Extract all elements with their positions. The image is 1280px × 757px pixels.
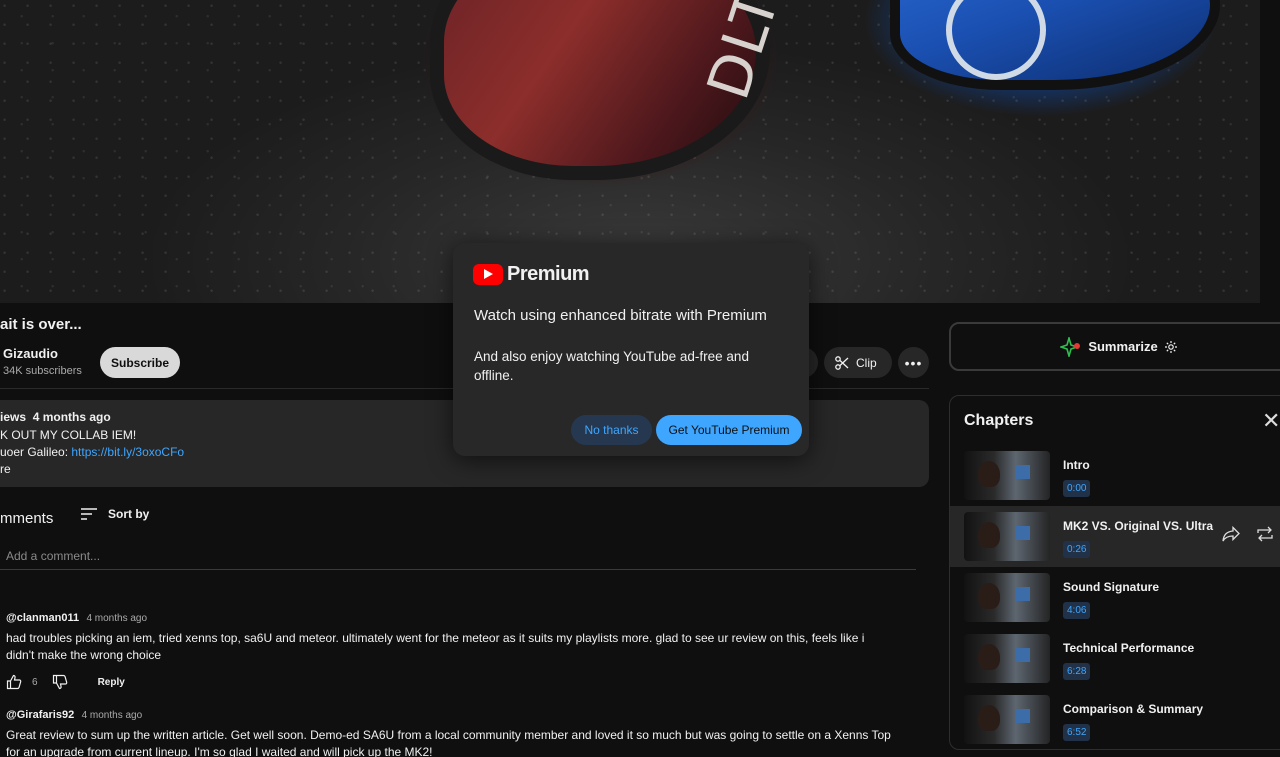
subscriber-count: 34K subscribers [3,365,82,377]
video-title: ait is over... [0,316,82,333]
description-line: uoer Galileo: https://bit.ly/3oxoCFo [0,445,184,459]
thumbs-down-icon[interactable] [52,674,68,690]
description-line: re [0,462,11,476]
no-thanks-button[interactable]: No thanks [571,415,652,445]
channel-name[interactable]: Gizaudio [3,346,58,361]
chapter-timestamp[interactable]: 0:00 [1063,480,1091,497]
premium-upsell-dialog: Premium Watch using enhanced bitrate wit… [453,243,809,456]
comment-time[interactable]: 4 months ago [82,710,143,721]
youtube-premium-logo: Premium [473,263,590,286]
sort-by-button[interactable]: Sort by [80,507,149,521]
chapter-thumbnail [964,573,1050,622]
thumbs-up-icon[interactable] [6,674,22,690]
chapter-timestamp[interactable]: 6:28 [1063,663,1091,680]
comment-input-underline [0,569,916,570]
summarize-button[interactable]: Summarize [949,322,1280,371]
gear-icon[interactable] [1164,340,1178,354]
description-meta: iews 4 months ago [0,410,111,424]
chapter-item[interactable]: MK2 VS. Original VS. Ultra 0:26 [950,506,1280,567]
comments-heading: mments [0,510,54,527]
chapter-thumbnail [964,451,1050,500]
repeat-icon[interactable] [1256,526,1274,542]
chapter-name: MK2 VS. Original VS. Ultra [1063,519,1214,533]
chapter-name: Comparison & Summary [1063,702,1204,716]
subscribe-button[interactable]: Subscribe [100,347,180,378]
chapter-item[interactable]: Comparison & Summary 6:52 [950,689,1280,749]
comment-item: @Girafaris92 4 months ago Great review t… [6,707,896,757]
add-comment-input[interactable]: Add a comment... [6,549,100,563]
chapter-name: Intro [1063,458,1090,472]
comment-time[interactable]: 4 months ago [86,613,147,624]
chapter-item[interactable]: Technical Performance 6:28 [950,628,1280,689]
scissors-icon [835,355,849,370]
chapter-actions [1222,526,1274,542]
summarize-sparkle-icon [1060,336,1081,357]
chapter-item[interactable]: Sound Signature 4:06 [950,567,1280,628]
chapter-thumbnail [964,695,1050,744]
more-actions-button[interactable]: ••• [898,347,929,378]
get-premium-button[interactable]: Get YouTube Premium [656,415,802,445]
view-count: iews [0,410,27,424]
chapter-name: Sound Signature [1063,580,1159,594]
chapter-name: Technical Performance [1063,641,1195,655]
chapter-thumbnail [964,634,1050,683]
close-icon[interactable]: ✕ [1262,408,1280,434]
comment-text: had troubles picking an iem, tried xenns… [6,631,865,662]
more-dots-icon: ••• [904,354,923,371]
comment-item: @clanman011 4 months ago had troubles pi… [6,610,896,690]
clip-button[interactable]: Clip [824,347,892,378]
clip-label: Clip [856,355,877,370]
description-text: uoer Galileo: [0,445,72,459]
share-icon[interactable] [1222,526,1240,542]
description-link[interactable]: https://bit.ly/3oxoCFo [71,445,184,459]
iem-blue-shell [890,0,1220,90]
premium-wordmark: Premium [507,263,590,285]
dialog-headline: Watch using enhanced bitrate with Premiu… [474,307,767,324]
chapter-timestamp[interactable]: 6:52 [1063,724,1091,741]
dialog-body: And also enjoy watching YouTube ad-free … [474,349,749,383]
youtube-play-icon [473,264,503,285]
chapters-title: Chapters [964,412,1034,429]
like-count: 6 [32,676,38,688]
chapter-item[interactable]: Intro 0:00 [950,445,1280,506]
sort-icon [81,508,97,520]
reply-button[interactable]: Reply [98,677,125,688]
comment-actions: 6 Reply [6,674,896,690]
comment-author[interactable]: @clanman011 [6,612,79,624]
chapters-panel: Chapters ✕ Intro 0:00 MK2 VS. Original V… [949,395,1280,750]
chapter-timestamp[interactable]: 0:26 [1063,541,1091,558]
comment-text: Great review to sum up the written artic… [6,728,891,757]
sort-label: Sort by [108,507,150,521]
comment-author[interactable]: @Girafaris92 [6,709,74,721]
summarize-label: Summarize [1088,339,1158,354]
chapter-thumbnail [964,512,1050,561]
description-line: K OUT MY COLLAB IEM! [0,428,137,442]
player-edge [1260,0,1280,303]
upload-age: 4 months ago [32,410,111,424]
chapter-timestamp[interactable]: 4:06 [1063,602,1091,619]
